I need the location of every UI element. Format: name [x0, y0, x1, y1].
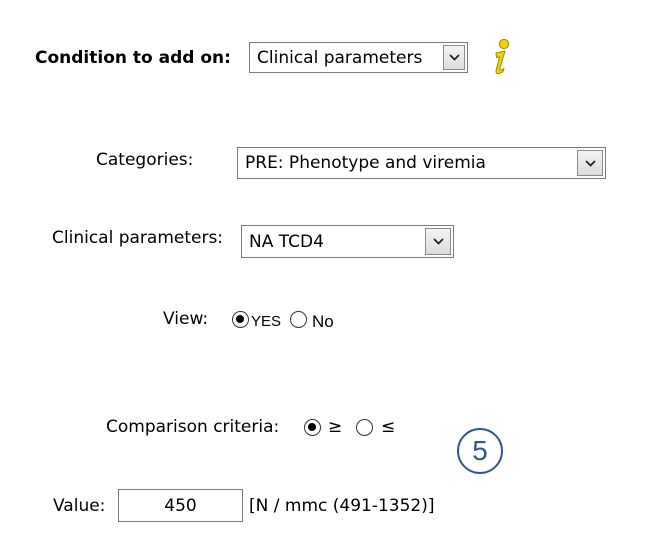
comparison-gte-radio[interactable] — [304, 419, 321, 436]
comparison-label: Comparison criteria: — [106, 417, 280, 437]
chevron-down-icon[interactable] — [425, 228, 451, 255]
info-icon[interactable] — [487, 38, 513, 83]
view-no-radio[interactable] — [290, 311, 307, 328]
value-label: Value: — [53, 496, 106, 516]
clinical-parameters-select-value: NA TCD4 — [249, 231, 324, 252]
view-label: View: — [163, 309, 209, 329]
view-yes-radio[interactable] — [232, 311, 249, 328]
comparison-gte-label: ≥ — [328, 417, 343, 437]
value-unit: [N / mmc (491-1352)] — [249, 496, 435, 516]
chevron-down-icon[interactable] — [577, 150, 603, 176]
chevron-down-icon[interactable] — [443, 45, 465, 70]
condition-label: Condition to add on: — [35, 48, 231, 68]
comparison-lte-radio[interactable] — [356, 419, 373, 436]
view-yes-label: YES — [251, 313, 282, 330]
value-input[interactable]: 450 — [118, 489, 243, 522]
step-badge: 5 — [457, 428, 503, 474]
categories-label: Categories: — [96, 150, 194, 170]
categories-select[interactable]: PRE: Phenotype and viremia — [237, 147, 606, 179]
view-no-label: No — [312, 312, 334, 331]
comparison-lte-label: ≤ — [381, 417, 396, 437]
condition-select-value: Clinical parameters — [257, 47, 423, 68]
condition-select[interactable]: Clinical parameters — [249, 42, 468, 73]
categories-select-value: PRE: Phenotype and viremia — [245, 153, 486, 173]
clinical-parameters-label: Clinical parameters: — [52, 228, 224, 248]
clinical-parameters-select[interactable]: NA TCD4 — [241, 225, 454, 258]
